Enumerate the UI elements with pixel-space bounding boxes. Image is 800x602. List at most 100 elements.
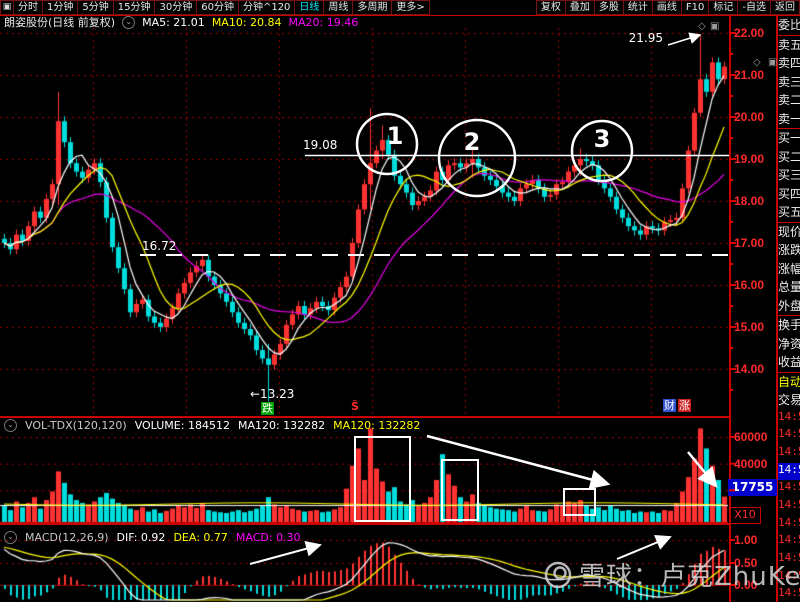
high-label: 21.95 <box>628 31 663 45</box>
macd-dea-value: DEA: 0.77 <box>173 531 228 544</box>
period-button-4[interactable]: 30分钟 <box>154 0 198 15</box>
period-button-3[interactable]: 15分钟 <box>112 0 156 15</box>
chart-title-row: 朗姿股份(日线 前复权) ⌄ MA5: 21.01 MA10: 20.84 MA… <box>4 15 359 29</box>
price-tick-label: 22.00 <box>734 26 765 40</box>
watchlist-button[interactable]: -自选 <box>737 0 771 15</box>
period-button-9[interactable]: 多周期 <box>352 0 393 15</box>
period-button-2[interactable]: 5分钟 <box>77 0 114 15</box>
time-sales-row[interactable]: 14:5 <box>778 410 800 428</box>
ma20-value: MA20: 19.46 <box>288 15 359 29</box>
window-split-icon[interactable]: ▣ <box>768 58 777 68</box>
zhang-badge: 涨 <box>678 399 691 412</box>
circle-number-1: 1 <box>386 122 404 150</box>
macd-tick-label: 0.00 <box>734 578 758 592</box>
sidebar-label-row: 卖三 <box>778 74 800 89</box>
time-sales-row[interactable]: 14:5 <box>778 427 800 445</box>
action-group: 复权 叠加 多股 统计 画线 F10 标记 -自选 返回 <box>535 0 800 15</box>
low-label: ←13.23 <box>250 387 295 401</box>
sidebar-label-row: 现价 <box>778 221 800 242</box>
sidebar-label-row: 买一 <box>778 128 800 148</box>
candlestick-chart[interactable] <box>0 28 728 416</box>
time-sales-row[interactable]: 14:5 <box>778 551 800 569</box>
macd-header: ⌄ MACD(12,26,9) DIF: 0.92 DEA: 0.77 MACD… <box>4 531 301 544</box>
sidebar-label-row: 换手 <box>778 315 800 335</box>
price-tick-label: 16.00 <box>734 278 765 292</box>
sidebar-label-row: 买五 <box>778 205 800 219</box>
period-button-6[interactable]: 分钟^120 <box>237 0 296 15</box>
period-button-1[interactable]: 1分钟 <box>42 0 79 15</box>
time-sales-row[interactable]: 14:5 <box>778 498 800 516</box>
tdx-stock-app: ▣ 分时 1分钟 5分钟 15分钟 30分钟 60分钟 分钟^120 日线 周线 多周期 更多> 复… <box>0 0 800 602</box>
toolbar-divider <box>0 15 800 16</box>
price-tick-label: 17.00 <box>734 236 765 250</box>
time-sales-row[interactable]: 14:5 <box>778 445 800 463</box>
sidebar-label-row: 总量 <box>778 280 800 294</box>
chevron-down-icon[interactable]: ⌄ <box>4 419 17 432</box>
resistance-label: 19.08 <box>303 138 338 152</box>
overlay-button[interactable]: 叠加 <box>564 0 595 15</box>
diamond-tool-icon[interactable]: ◇ <box>753 58 761 68</box>
sidebar-label-row: 净资 <box>778 336 800 351</box>
stats-button[interactable]: 统计 <box>622 0 653 15</box>
adjust-button[interactable]: 复权 <box>535 0 566 15</box>
window-icon[interactable]: ▣ <box>0 0 14 15</box>
window-split-icon[interactable]: ▣ <box>710 22 719 32</box>
volume-cursor-value: 17755 <box>728 479 777 496</box>
volume-value: VOLUME: 184512 <box>134 419 230 432</box>
chart-volume-divider <box>0 416 730 418</box>
time-sales-row[interactable]: 14:5 <box>778 586 800 602</box>
circle-number-3: 3 <box>593 125 611 153</box>
sidebar-label-row: 外盘 <box>778 298 800 313</box>
chevron-down-icon[interactable]: ⌄ <box>122 15 136 29</box>
time-sales-row[interactable]: 14:5 <box>778 480 800 498</box>
back-button[interactable]: 返回 <box>770 0 800 15</box>
macd-dif-value: DIF: 0.92 <box>116 531 166 544</box>
cai-badge: 财 <box>663 399 676 412</box>
period-group: 分时 1分钟 5分钟 15分钟 30分钟 60分钟 分钟^120 日线 周线 多周期 更多> <box>13 0 430 15</box>
price-tick-label: 19.00 <box>734 152 765 166</box>
time-sales-row[interactable]: 14:5 <box>778 516 800 534</box>
sidebar-label-row: 委比 <box>778 18 800 32</box>
sidebar-label-row: 收益 <box>778 355 800 369</box>
volume-ma120-white: MA120: 132282 <box>237 419 326 432</box>
f10-button[interactable]: F10 <box>680 0 710 15</box>
price-tick-label: 21.00 <box>734 68 765 82</box>
sidebar-label-row: 卖四 <box>778 56 800 70</box>
volume-header: ⌄ VOL-TDX(120,120) VOLUME: 184512 MA120:… <box>4 419 420 432</box>
chevron-down-icon[interactable]: ⌄ <box>4 531 17 544</box>
period-button-10[interactable]: 更多> <box>391 0 430 15</box>
ma10-value: MA10: 20.84 <box>211 15 282 29</box>
period-button-7[interactable]: 日线 <box>294 0 325 15</box>
price-tick-label: 14.00 <box>734 362 765 376</box>
time-sales-row[interactable]: 14:5 <box>778 462 800 481</box>
price-tick-label: 20.00 <box>734 110 765 124</box>
price-tick-label: 18.00 <box>734 194 765 208</box>
volume-tick-label: 40000 <box>734 456 768 471</box>
macd-indicator-label: MACD(12,26,9) <box>25 531 109 544</box>
draw-line-button[interactable]: 画线 <box>651 0 682 15</box>
circle-number-2: 2 <box>463 128 481 156</box>
mark-button[interactable]: 标记 <box>708 0 739 15</box>
down-day-badge: 跌 <box>261 402 274 415</box>
time-sales-row[interactable]: 14:5 <box>778 569 800 587</box>
macd-tick-label: 0.50 <box>734 556 758 570</box>
sidebar-label-row: 自动 <box>778 371 800 392</box>
sidebar-label-row: 卖五 <box>778 34 800 55</box>
volume-tick-label: 60000 <box>734 430 768 444</box>
diamond-tool-icon[interactable]: ◇ <box>698 22 706 32</box>
sidebar-label-row: 卖一 <box>778 111 800 126</box>
toolbar: ▣ 分时 1分钟 5分钟 15分钟 30分钟 60分钟 分钟^120 日线 周线 多周期 更多> 复… <box>0 0 800 16</box>
price-tick-label: 15.00 <box>734 320 765 334</box>
macd-tick-label: 1.00 <box>734 533 758 547</box>
ma5-value: MA5: 21.01 <box>142 15 205 29</box>
quote-sidebar: 委比 卖五 卖四 卖三 卖二 卖一 买一 买二 买三 买四 买五 现价 涨跌 涨幅 总量 外盘 换手 净资 收益 自动… <box>778 16 800 602</box>
volume-macd-divider <box>0 523 730 525</box>
period-button-8[interactable]: 周线 <box>323 0 354 15</box>
period-button-5[interactable]: 60分钟 <box>196 0 239 15</box>
period-button-0[interactable]: 分时 <box>13 0 43 15</box>
volume-chart[interactable] <box>0 418 728 524</box>
time-sales-row[interactable]: 14:5 <box>778 533 800 551</box>
macd-value: MACD: 0.30 <box>235 531 301 544</box>
sidebar-label-row: 交易 <box>778 393 800 407</box>
multi-stock-button[interactable]: 多股 <box>593 0 624 15</box>
